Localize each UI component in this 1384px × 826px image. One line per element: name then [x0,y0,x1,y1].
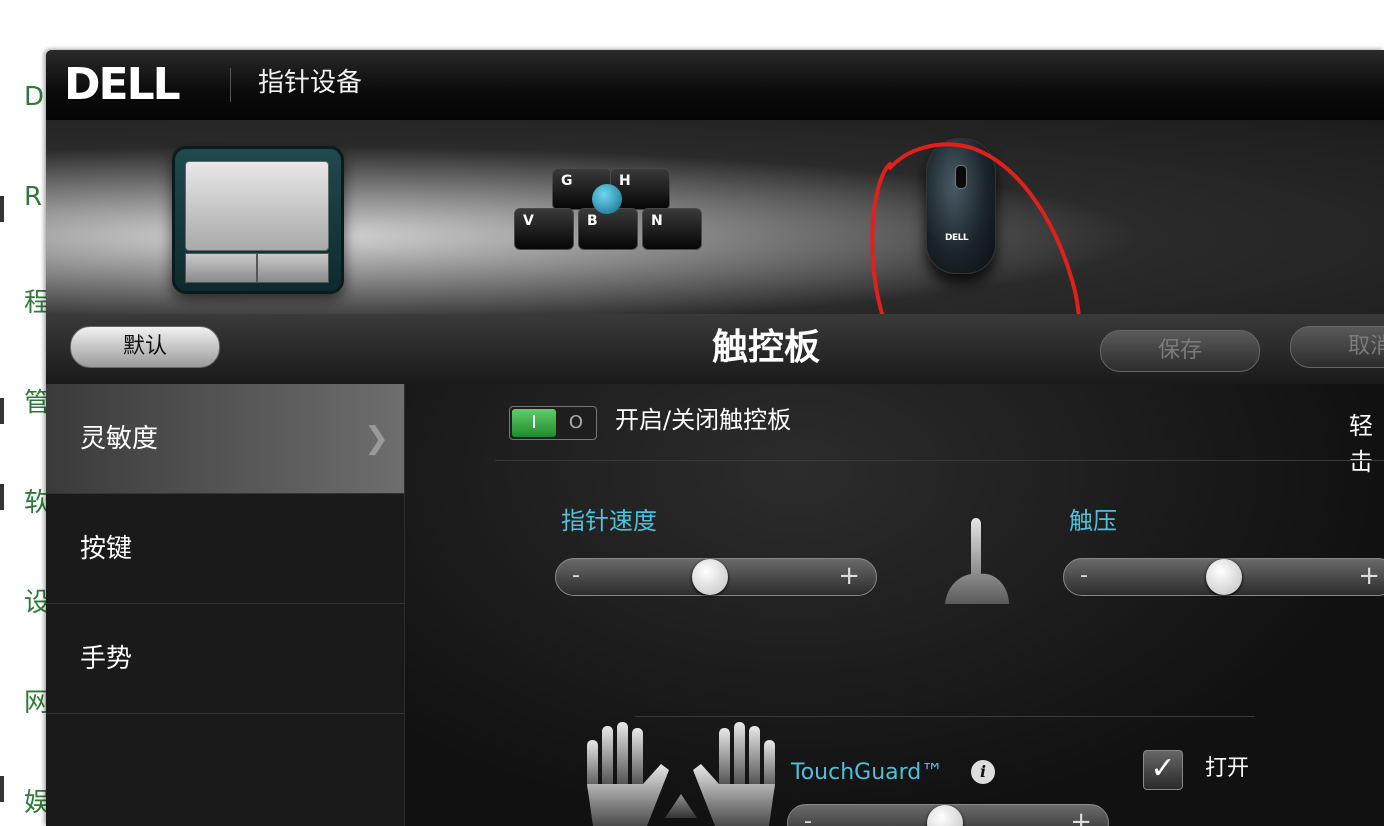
sidebar-item-label: 灵敏度 [80,424,159,454]
window-title: 指针设备 [258,68,363,98]
section-divider [495,460,1384,461]
touch-pressure-slider[interactable]: - + [1063,558,1384,596]
sidebar-item-gestures[interactable]: 手势 [46,604,404,714]
toggle-on-segment: I [512,409,556,437]
background-tick [0,398,4,424]
touchguard-enable-label: 打开 [1205,756,1250,781]
background-letter: D [24,82,45,112]
key-b: B [578,208,638,250]
slider-thumb[interactable] [927,805,963,826]
slider-minus-icon: - [804,809,812,826]
background-tick [0,484,4,510]
slider-plus-icon: + [1070,807,1092,826]
background-letter: R [24,182,43,212]
background-tick [0,196,4,222]
slider-plus-icon: + [838,561,860,591]
slider-minus-icon: - [572,563,580,588]
touchpad-right-button [257,253,329,283]
default-button[interactable]: 默认 [70,326,220,368]
tap-setting-label: 轻击 [1349,412,1373,476]
action-toolbar: 默认 触控板 保存 取消 [46,314,1384,385]
key-v: V [514,208,574,250]
panel-title: 触控板 [711,327,820,368]
pointer-speed-label: 指针速度 [561,507,657,535]
slider-thumb[interactable] [1206,559,1242,595]
trackstick-device-icon[interactable]: G H V B N [514,168,704,264]
title-bar: DELL 指针设备 [46,50,1384,120]
pointing-device-window: DELL 指针设备 G H V B N DELL 默认 触控板 保存 取消 灵敏… [46,50,1384,826]
cancel-button[interactable]: 取消 [1290,326,1384,368]
title-separator [230,68,231,102]
pointer-speed-slider[interactable]: - + [555,558,877,596]
sensitivity-panel: I O 开启/关闭触控板 轻击 指针速度 - + 触压 i - [405,384,1384,826]
slider-thumb[interactable] [692,559,728,595]
sidebar-item-buttons[interactable]: 按键 [46,494,404,604]
sidebar-item-sensitivity[interactable]: 灵敏度 ❯ [46,384,404,494]
touchguard-info-icon[interactable]: i [971,760,995,784]
device-selector: G H V B N DELL [46,120,1384,406]
settings-sidebar: 灵敏度 ❯ 按键 手势 [46,384,405,826]
background-window-edge: D R 程 管 软 设 网 娱 [0,0,50,826]
slider-minus-icon: - [1080,563,1088,588]
section-divider [635,716,1255,717]
touch-pressure-label: 触压 [1069,507,1117,535]
finger-press-icon [945,518,1009,604]
sidebar-item-label: 按键 [80,534,133,564]
touchpad-left-button [185,253,257,283]
touchguard-slider[interactable]: - + [787,804,1109,826]
touchguard-label: TouchGuard™ [791,760,944,785]
touchpad-toggle-label: 开启/关闭触控板 [615,406,792,434]
touchpad-device-icon[interactable] [172,146,344,294]
touchpad-toggle-switch[interactable]: I O [509,406,597,440]
key-n: N [642,208,702,250]
dell-logo: DELL [64,59,181,110]
save-button[interactable]: 保存 [1100,330,1260,372]
touchpad-surface [185,161,329,251]
sidebar-item-label: 手势 [80,644,133,674]
touchguard-enable-checkbox[interactable]: ✓ [1143,750,1183,790]
slider-plus-icon: + [1358,561,1380,591]
toggle-off-segment: O [568,412,584,433]
chevron-right-icon: ❯ [364,421,390,456]
palm-rejection-hands-icon [587,722,775,826]
background-tick [0,776,4,802]
trackstick-nub [592,184,622,214]
